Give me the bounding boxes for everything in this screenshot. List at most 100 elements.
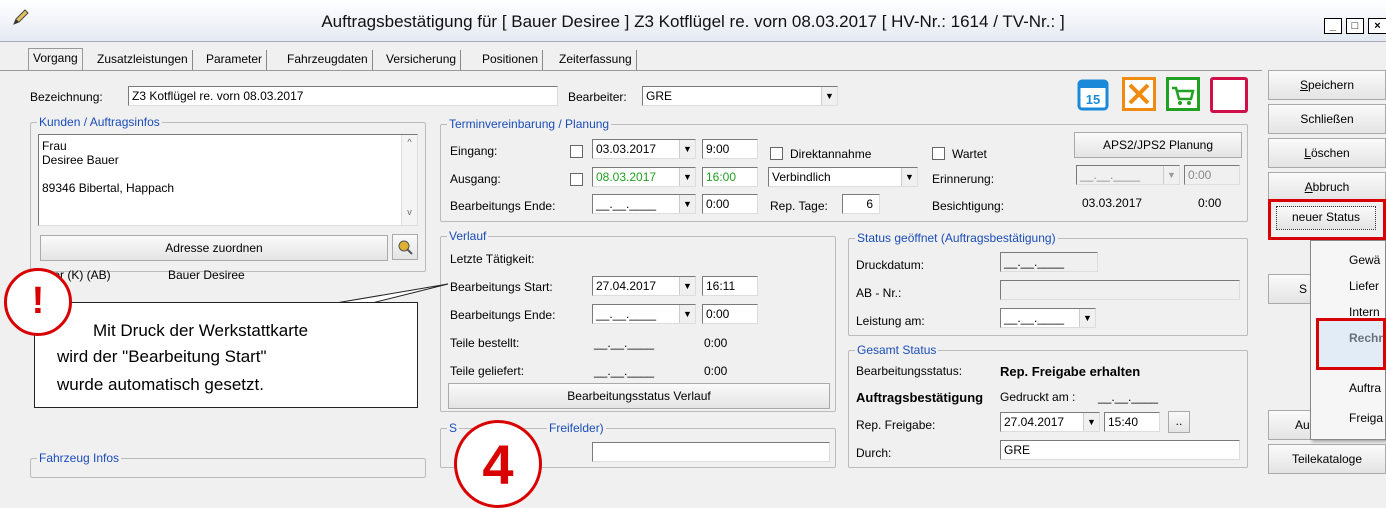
direktannahme-label: Direktannahme (790, 147, 872, 161)
auftragsbestaetigung-label: Auftragsbestätigung (856, 390, 984, 405)
chevron-down-icon[interactable]: ▼ (901, 168, 917, 186)
wartet-checkbox[interactable] (932, 147, 945, 160)
sonder-group-title-right: Freifelder) (547, 421, 606, 435)
speichern-button[interactable]: Speichern (1268, 70, 1386, 100)
menu-item-gewaehr[interactable]: Gewä (1349, 253, 1380, 267)
besichtigung-time: 0:00 (1198, 196, 1222, 210)
callout-line-1: Mit Druck der Werkstattkarte (93, 321, 309, 340)
bearbeitungs-start-label: Bearbeitungs Start: (450, 280, 553, 294)
ausgang-time[interactable]: 16:00 (702, 167, 758, 187)
menu-item-freigabe[interactable]: Freiga (1349, 411, 1383, 425)
ausgang-date[interactable]: 08.03.2017 ▼ (592, 167, 696, 187)
bearbeitungsstatus-verlauf-button[interactable]: Bearbeitungsstatus Verlauf (448, 383, 830, 409)
menu-item-intern[interactable]: Intern (1349, 305, 1380, 319)
callout-line-3: wurde automatisch gesetzt. (57, 375, 264, 394)
direktannahme-checkbox[interactable] (770, 147, 783, 160)
warning-badge: ! (4, 268, 72, 336)
status-group-title: Status geöffnet (Auftragsbestätigung) (855, 231, 1058, 245)
cart-icon[interactable] (1166, 77, 1200, 111)
freigabe-date-value: 27.04.2017 (1004, 415, 1065, 429)
neuer-status-highlight (1268, 199, 1386, 240)
teile-geliefert-date: __.__.____ (594, 364, 655, 378)
erinnerung-date[interactable]: __.__.____ ▼ (1076, 165, 1180, 185)
bearbeitungs-ende-date[interactable]: __.__.____ ▼ (592, 194, 696, 214)
eingang-time[interactable]: 9:00 (702, 139, 758, 159)
loeschen-button[interactable]: Löschen (1268, 138, 1386, 168)
chevron-down-icon[interactable]: ▼ (679, 277, 695, 295)
bearbeitungsstatus-value: Rep. Freigabe erhalten (1000, 364, 1141, 379)
bearbeitungs-ende-date-value: __.__.____ (596, 197, 657, 211)
erinnerung-time[interactable]: 0:00 (1184, 165, 1240, 185)
ausgang-checkbox[interactable] (570, 173, 583, 186)
bearbeitungs-ende-label: Bearbeitungs Ende: (450, 199, 556, 213)
menu-item-auftrag[interactable]: Auftra (1349, 381, 1381, 395)
gedruckt-label: Gedruckt am : (1000, 390, 1076, 404)
abbruch-hotkey: A (1304, 180, 1313, 194)
chevron-down-icon[interactable]: ▼ (1163, 166, 1179, 184)
eingang-date[interactable]: 03.03.2017 ▼ (592, 139, 696, 159)
chevron-down-icon[interactable]: ▼ (679, 195, 695, 213)
rep-freigabe-time[interactable]: 15:40 (1104, 412, 1160, 432)
abbruch-button[interactable]: Abbruch (1268, 172, 1386, 202)
chevron-down-icon[interactable]: ▼ (821, 87, 837, 105)
tab-positionen[interactable]: Positionen (478, 50, 544, 70)
bearbeitungs-start-date[interactable]: 27.04.2017 ▼ (592, 276, 696, 296)
chevron-down-icon[interactable]: ▼ (679, 168, 695, 186)
red-square-icon[interactable] (1210, 77, 1248, 113)
teile-bestellt-time: 0:00 (704, 336, 728, 350)
verbindlich-select[interactable]: Verbindlich ▼ (768, 167, 918, 187)
erinnerung-label: Erinnerung: (932, 172, 995, 186)
durch-input[interactable]: GRE (1000, 440, 1240, 460)
rep-freigabe-date[interactable]: 27.04.2017 ▼ (1000, 412, 1100, 432)
bearbeitungs-ende-time[interactable]: 0:00 (702, 194, 758, 214)
letzte-taetigkeit-label: Letzte Tätigkeit: (450, 252, 535, 266)
bearbeiter-select[interactable]: GRE ▼ (642, 86, 838, 106)
loeschen-rest: öschen (1310, 146, 1350, 160)
svg-text:15: 15 (1086, 92, 1100, 107)
freigabe-ellipsis-button[interactable]: .. (1168, 411, 1190, 433)
gedruckt-value: __.__.____ (1098, 390, 1159, 404)
rep-freigabe-label: Rep. Freigabe: (856, 418, 936, 432)
verbindlich-value: Verbindlich (772, 170, 831, 184)
start-date-value: 27.04.2017 (596, 279, 657, 293)
abnr-label: AB - Nr.: (856, 286, 902, 300)
menu-item-liefer[interactable]: Liefer (1349, 279, 1379, 293)
rep-tage-value: 6 (866, 197, 873, 211)
calendar-icon[interactable]: 15 (1076, 76, 1110, 112)
besichtigung-label: Besichtigung: (932, 199, 1005, 213)
rep-tage-input[interactable]: 6 (842, 194, 880, 214)
tab-zeiterfassung[interactable]: Zeiterfassung (555, 50, 637, 70)
speichern-hotkey: S (1299, 78, 1308, 92)
ausgang-date-value: 08.03.2017 (596, 170, 657, 184)
chevron-down-icon[interactable]: ▼ (679, 305, 695, 323)
minimize-button[interactable]: _ (1324, 18, 1342, 34)
speichern-rest: peichern (1307, 78, 1355, 92)
bearbeiter-value: GRE (646, 89, 673, 103)
step-badge: 4 (454, 420, 542, 508)
chevron-down-icon[interactable]: ▼ (1083, 413, 1099, 431)
eingang-checkbox[interactable] (570, 145, 583, 158)
verlauf-ende-label: Bearbeitungs Ende: (450, 308, 556, 322)
verlauf-ende-time[interactable]: 0:00 (702, 304, 758, 324)
verlauf-ende-date[interactable]: __.__.____ ▼ (592, 304, 696, 324)
callout-line-2: wird der "Bearbeitung Start" (57, 347, 267, 366)
schliessen-button[interactable]: Schließen (1268, 104, 1386, 134)
sonder-input[interactable] (592, 442, 830, 462)
aps-planung-button[interactable]: APS2/JPS2 Planung (1074, 132, 1242, 158)
close-button[interactable]: × (1368, 18, 1386, 34)
bearbeitungs-start-time[interactable]: 16:11 (702, 276, 758, 296)
teile-geliefert-time: 0:00 (704, 364, 728, 378)
leistung-date[interactable]: __.__.____ ▼ (1000, 308, 1096, 328)
teilekataloge-button[interactable]: Teilekataloge (1268, 444, 1386, 474)
maximize-button[interactable]: □ (1346, 18, 1364, 34)
chevron-down-icon[interactable]: ▼ (1079, 309, 1095, 327)
verlauf-ende-date-value: __.__.____ (596, 307, 657, 321)
bearbeitungsstatus-label: Bearbeitungsstatus: (856, 364, 963, 378)
erinnerung-date-value: __.__.____ (1080, 168, 1141, 182)
chevron-down-icon[interactable]: ▼ (679, 140, 695, 158)
orange-tool-icon[interactable] (1122, 77, 1156, 111)
teile-bestellt-label: Teile bestellt: (450, 336, 520, 350)
leistung-value: __.__.____ (1004, 311, 1065, 325)
bearbeiter-label: Bearbeiter: (568, 90, 627, 104)
wartet-label: Wartet (952, 147, 987, 161)
